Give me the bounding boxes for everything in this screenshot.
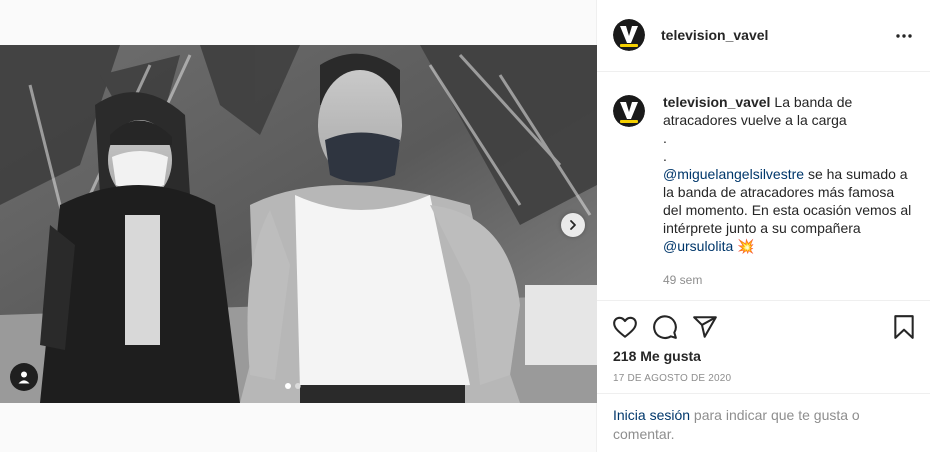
caption-text: television_vavel La banda de atracadores … <box>663 93 913 255</box>
paper-plane-icon <box>693 316 717 338</box>
heart-icon <box>613 316 637 338</box>
post-date[interactable]: 17 DE AGOSTO DE 2020 <box>613 373 731 384</box>
carousel-next-button[interactable] <box>561 213 585 237</box>
login-link[interactable]: Inicia sesión <box>613 407 690 423</box>
comment-button[interactable] <box>652 314 678 340</box>
like-count[interactable]: 218 Me gusta <box>613 348 701 364</box>
like-button[interactable] <box>612 314 638 340</box>
post-actions-section: 218 Me gusta 17 DE AGOSTO DE 2020 Inicia… <box>597 300 930 452</box>
vavel-logo-icon <box>613 95 645 127</box>
carousel-dot <box>295 383 301 389</box>
login-prompt: Inicia sesión para indicar que te gusta … <box>597 393 930 452</box>
carousel-indicator <box>285 383 301 389</box>
collision-emoji: 💥 <box>737 238 755 254</box>
caption-dot-1: . <box>663 130 667 146</box>
post-header: television_vavel <box>597 0 930 72</box>
post-media-area <box>0 0 597 452</box>
post-side-panel: television_vavel television_vavel La band… <box>597 0 930 452</box>
post-options-button[interactable] <box>892 26 916 46</box>
caption-dot-2: . <box>663 148 667 164</box>
header-username[interactable]: television_vavel <box>661 27 768 43</box>
post-photo-illustration <box>0 45 597 403</box>
caption-timestamp[interactable]: 49 sem <box>663 273 702 287</box>
comment-icon <box>653 315 677 339</box>
post-photo[interactable] <box>0 45 597 403</box>
save-button[interactable] <box>891 314 917 340</box>
caption-avatar[interactable] <box>613 95 645 127</box>
mention-link-1[interactable]: @miguelangelsilvestre <box>663 166 804 182</box>
share-button[interactable] <box>692 314 718 340</box>
chevron-right-icon <box>570 220 576 230</box>
account-avatar[interactable] <box>613 19 645 51</box>
caption-username[interactable]: television_vavel <box>663 94 770 110</box>
more-horizontal-icon <box>896 34 912 38</box>
user-tag-icon <box>18 371 30 384</box>
carousel-dot-active <box>285 383 291 389</box>
bookmark-icon <box>894 315 914 339</box>
mention-link-2[interactable]: @ursulolita <box>663 238 733 254</box>
vavel-logo-icon <box>613 19 645 51</box>
tagged-users-button[interactable] <box>10 363 38 391</box>
instagram-post: television_vavel television_vavel La band… <box>0 0 930 452</box>
